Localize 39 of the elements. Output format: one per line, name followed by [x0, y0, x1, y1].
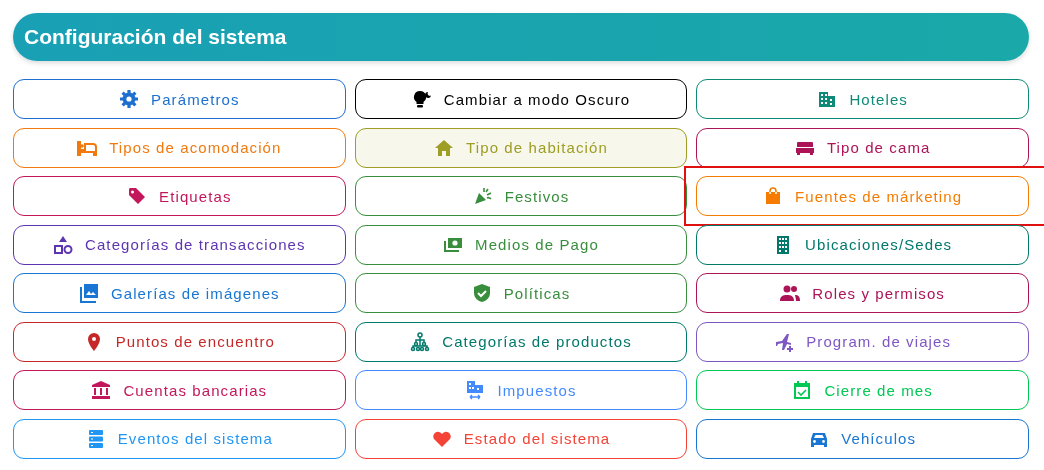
airplane-plus-icon [774, 331, 795, 352]
settings-button[interactable]: Tipo de habitación [354, 127, 688, 168]
calendar-check-icon [792, 380, 813, 400]
people-icon [780, 283, 801, 303]
settings-button[interactable]: Cuentas bancarias [13, 370, 346, 410]
settings-button[interactable]: Medios de Pago [354, 224, 688, 265]
settings-button[interactable]: Galerías de imágenes [13, 273, 346, 313]
settings-button[interactable]: Program. de viajes [696, 321, 1029, 362]
settings-button[interactable]: Categorías de productos [354, 321, 688, 362]
settings-button[interactable]: Cambiar a modo Oscuro [354, 79, 688, 119]
settings-button[interactable]: Impuestos [354, 370, 688, 410]
settings-button[interactable]: Tipo de cama [696, 127, 1029, 168]
settings-button[interactable]: Hoteles [696, 79, 1029, 119]
gear-icon [119, 89, 140, 109]
house-icon [434, 137, 455, 158]
settings-button[interactable]: Roles y permisos [696, 273, 1029, 313]
settings-button[interactable]: Eventos del sistema [13, 418, 346, 459]
settings-button[interactable]: Etiquetas [13, 176, 346, 216]
settings-button[interactable]: Categorías de transacciones [13, 224, 346, 265]
panel-title: Configuración del sistema [13, 13, 1029, 61]
settings-button[interactable]: Festivos [354, 176, 688, 216]
settings-button[interactable]: Estado del sistema [354, 418, 688, 459]
settings-button[interactable]: Ubicaciones/Sedes [696, 224, 1029, 265]
settings-button[interactable]: Vehículos [696, 418, 1029, 459]
building-arrows-icon [465, 380, 486, 400]
settings-button[interactable]: Fuentes de márketing [696, 176, 1029, 216]
bank-icon [91, 380, 112, 400]
settings-button[interactable]: Parámetros [13, 79, 346, 119]
settings-button[interactable]: Tipos de acomodación [13, 127, 346, 168]
settings-button[interactable]: Puntos de encuentro [13, 321, 346, 362]
settings-button[interactable]: Políticas [354, 273, 688, 313]
shapes-icon [53, 234, 73, 255]
building-icon [817, 89, 838, 109]
party-popper-icon [472, 186, 493, 206]
lightbulb-moon-icon [411, 89, 432, 109]
shield-check-icon [471, 283, 492, 303]
tag-icon [127, 186, 148, 206]
hierarchy-icon [410, 331, 431, 352]
image-gallery-icon [78, 283, 99, 303]
